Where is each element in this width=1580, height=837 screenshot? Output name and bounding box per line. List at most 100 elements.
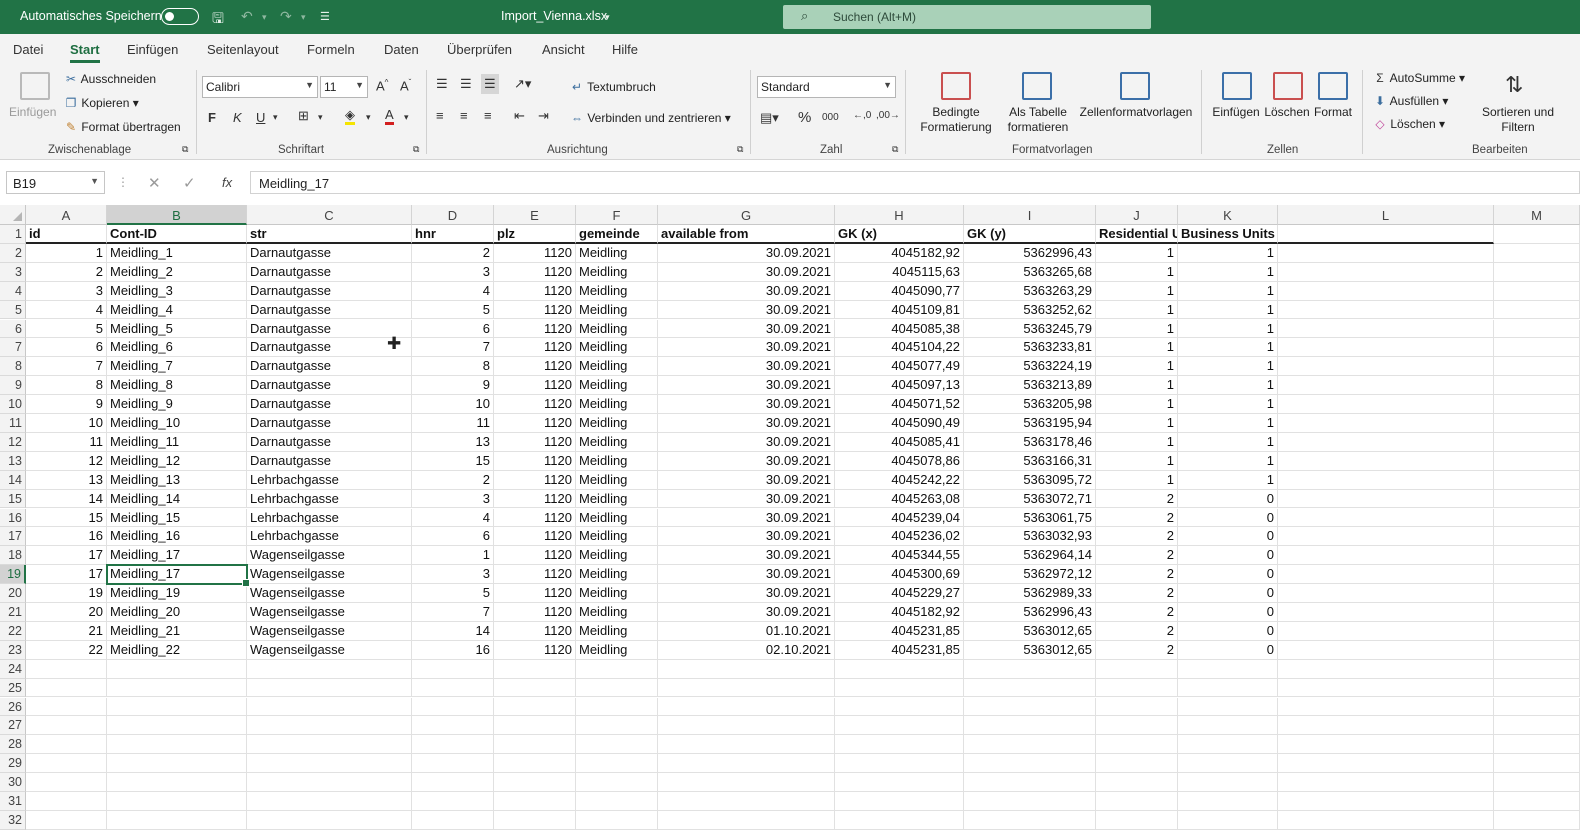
table-cell[interactable]: 1: [1178, 357, 1278, 377]
table-cell[interactable]: [1278, 678, 1494, 698]
table-cell[interactable]: 1120: [494, 243, 576, 263]
table-cell[interactable]: [835, 773, 964, 792]
table-cell[interactable]: [658, 773, 835, 792]
table-cell[interactable]: [1096, 810, 1178, 830]
filename-dropdown-icon[interactable]: ▾: [605, 12, 610, 23]
table-cell[interactable]: 4045090,49: [835, 414, 964, 433]
table-cell[interactable]: 10: [26, 414, 107, 433]
table-cell[interactable]: Meidling: [576, 508, 658, 528]
table-cell[interactable]: 10: [412, 395, 494, 414]
table-cell[interactable]: 1120: [494, 319, 576, 339]
table-cell[interactable]: Meidling_14: [107, 489, 247, 509]
align-top-icon[interactable]: ☰: [436, 76, 448, 92]
table-cell[interactable]: [1494, 395, 1580, 414]
table-cell[interactable]: 5363224,19: [964, 357, 1096, 377]
column-header-a[interactable]: A: [26, 205, 107, 225]
table-cell[interactable]: Meidling: [576, 489, 658, 509]
table-cell[interactable]: 1: [26, 243, 107, 263]
table-cell[interactable]: [1494, 357, 1580, 377]
row-header-31[interactable]: 31: [0, 792, 26, 811]
row-header-25[interactable]: 25: [0, 678, 26, 698]
table-cell[interactable]: 4045109,81: [835, 300, 964, 320]
table-cell[interactable]: 4045115,63: [835, 262, 964, 282]
table-cell[interactable]: Meidling: [576, 451, 658, 471]
table-cell[interactable]: 30.09.2021: [658, 546, 835, 566]
table-cell[interactable]: Lehrbachgasse: [247, 527, 412, 547]
table-cell[interactable]: [1278, 262, 1494, 282]
table-cell[interactable]: [1494, 527, 1580, 547]
table-cell[interactable]: Meidling_4: [107, 300, 247, 320]
align-right-icon[interactable]: ≡: [484, 108, 492, 123]
table-cell[interactable]: [1494, 565, 1580, 585]
table-cell[interactable]: 30.09.2021: [658, 508, 835, 528]
clear-button[interactable]: ◇ Löschen ▾: [1373, 117, 1445, 131]
table-cell[interactable]: 30.09.2021: [658, 319, 835, 339]
table-cell[interactable]: 5363095,72: [964, 470, 1096, 490]
table-cell[interactable]: 4045182,92: [835, 243, 964, 263]
increase-decimal-icon[interactable]: ←,0: [853, 110, 871, 121]
table-cell[interactable]: 30.09.2021: [658, 243, 835, 263]
table-cell[interactable]: 1120: [494, 376, 576, 396]
fill-button[interactable]: ⬇ Ausfüllen ▾: [1373, 94, 1448, 108]
table-cell[interactable]: 6: [412, 319, 494, 339]
table-cell[interactable]: 30.09.2021: [658, 281, 835, 301]
table-cell[interactable]: [1278, 659, 1494, 679]
table-cell[interactable]: [494, 659, 576, 679]
table-cell[interactable]: [1096, 716, 1178, 736]
paste-button[interactable]: Einfügen: [9, 105, 56, 119]
table-cell[interactable]: [26, 792, 107, 811]
table-cell[interactable]: 14: [412, 621, 494, 641]
table-cell[interactable]: [247, 716, 412, 736]
table-cell[interactable]: [576, 773, 658, 792]
table-cell[interactable]: 3: [26, 281, 107, 301]
table-cell[interactable]: 4045239,04: [835, 508, 964, 528]
table-cell[interactable]: [1096, 735, 1178, 755]
table-cell[interactable]: [107, 754, 247, 774]
table-cell[interactable]: 2: [26, 262, 107, 282]
table-cell[interactable]: Meidling_17: [107, 565, 247, 585]
table-cell[interactable]: 17: [26, 565, 107, 585]
table-cell[interactable]: 2: [1096, 640, 1178, 660]
format-painter-button[interactable]: ✎ Format übertragen: [64, 120, 181, 134]
table-cell[interactable]: 5: [26, 319, 107, 339]
header-cell[interactable]: Business Units: [1178, 225, 1278, 244]
row-header-15[interactable]: 15: [0, 489, 26, 509]
table-cell[interactable]: [247, 810, 412, 830]
table-cell[interactable]: [412, 754, 494, 774]
table-cell[interactable]: 16: [412, 640, 494, 660]
table-cell[interactable]: 30.09.2021: [658, 565, 835, 585]
table-cell[interactable]: [1278, 640, 1494, 660]
table-cell[interactable]: 1: [1178, 432, 1278, 452]
table-cell[interactable]: [26, 697, 107, 717]
table-cell[interactable]: 5: [412, 584, 494, 603]
table-cell[interactable]: Meidling_8: [107, 376, 247, 396]
table-cell[interactable]: [1278, 584, 1494, 603]
table-cell[interactable]: 1120: [494, 489, 576, 509]
table-cell[interactable]: [412, 792, 494, 811]
table-cell[interactable]: 1: [1178, 338, 1278, 358]
table-cell[interactable]: 1120: [494, 395, 576, 414]
table-cell[interactable]: 1120: [494, 546, 576, 566]
table-cell[interactable]: [247, 678, 412, 698]
table-cell[interactable]: Darnautgasse: [247, 376, 412, 396]
table-cell[interactable]: 2: [1096, 489, 1178, 509]
row-header-32[interactable]: 32: [0, 810, 26, 830]
decrease-indent-icon[interactable]: ⇤: [514, 108, 525, 124]
table-cell[interactable]: 13: [26, 470, 107, 490]
table-cell[interactable]: 30.09.2021: [658, 432, 835, 452]
table-cell[interactable]: 6: [26, 338, 107, 358]
table-cell[interactable]: 1120: [494, 281, 576, 301]
table-cell[interactable]: [1096, 754, 1178, 774]
table-cell[interactable]: 30.09.2021: [658, 376, 835, 396]
header-cell[interactable]: [1278, 225, 1494, 244]
row-header-2[interactable]: 2: [0, 243, 26, 263]
table-cell[interactable]: Wagenseilgasse: [247, 621, 412, 641]
table-cell[interactable]: [1494, 754, 1580, 774]
table-cell[interactable]: [964, 792, 1096, 811]
underline-dropdown-icon[interactable]: ▾: [273, 112, 278, 123]
tab-einfuegen[interactable]: Einfügen: [127, 42, 178, 57]
table-cell[interactable]: 30.09.2021: [658, 527, 835, 547]
table-cell[interactable]: 30.09.2021: [658, 470, 835, 490]
wrap-text-button[interactable]: ↵ Textumbruch: [570, 80, 656, 94]
italic-button[interactable]: K: [233, 110, 242, 125]
